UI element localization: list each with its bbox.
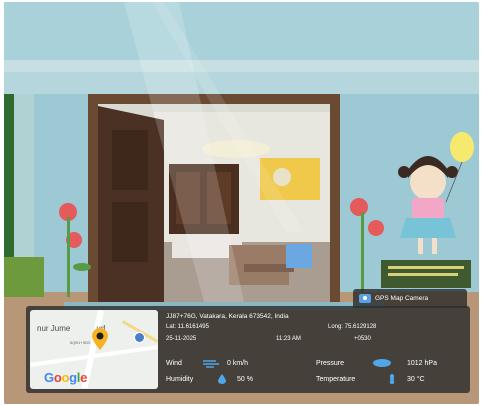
timezone: +0530: [354, 336, 371, 342]
google-logo: Google: [44, 370, 88, 385]
pressure-icon: [373, 359, 391, 367]
time: 11:23 AM: [276, 336, 301, 342]
wind-value: 0 km/h: [227, 359, 249, 367]
poster-figure: [273, 168, 291, 186]
door-leaf-panel-2: [112, 202, 148, 262]
date: 25-11-2025: [166, 336, 197, 342]
stool: [286, 244, 312, 268]
door-leaf-panel: [112, 130, 148, 190]
girl-shirt: [412, 198, 444, 220]
girl-balloon: [450, 132, 474, 162]
longitude: Long: 75.6129128: [328, 324, 377, 330]
humidity-icon: [218, 374, 226, 384]
flower-left-leaf: [73, 263, 91, 271]
notice-board-text: [388, 266, 464, 269]
wind-icon: [203, 360, 219, 368]
girl-bun-left: [398, 166, 410, 178]
girl-leg-left: [418, 238, 423, 254]
humidity-label: Humidity: [166, 375, 194, 383]
address: JJ87+76G, Vatakara, Kerala 673542, India: [166, 313, 289, 320]
flower-right: [350, 198, 368, 216]
camera-icon: [359, 294, 371, 303]
temperature-icon: [389, 374, 395, 384]
flower-left-stem: [67, 217, 70, 297]
latitude: Lat: 11.6161495: [166, 324, 209, 330]
wind-label: Wind: [166, 359, 182, 367]
roof-edge: [4, 60, 479, 72]
girl-leg-right: [432, 238, 437, 254]
location-info: JJ87+76G, Vatakara, Kerala 673542, India…: [166, 312, 466, 384]
temperature-label: Temperature: [316, 375, 356, 383]
pressure-metric: Pressure 1012 hPa: [316, 358, 437, 368]
map-marker: [134, 332, 145, 343]
notice-board-text-2: [388, 273, 458, 276]
app-name: GPS Map Camera: [375, 295, 429, 302]
flower-right-2: [368, 220, 384, 236]
temperature-metric: Temperature 30 °C: [316, 374, 425, 384]
pressure-label: Pressure: [316, 359, 345, 367]
humidity-value: 50 %: [237, 375, 253, 383]
humidity-metric: Humidity 50 %: [166, 374, 253, 384]
wind-metric: Wind 0 km/h: [166, 358, 248, 368]
girl-skirt: [400, 218, 456, 238]
pressure-value: 1012 hPa: [407, 359, 437, 367]
roof-shadow: [4, 72, 479, 94]
grass-left: [4, 257, 44, 297]
temperature-value: 30 °C: [407, 375, 425, 383]
map-code-label: 8QB1+SBX: [70, 340, 91, 345]
mini-map: nur Jumeud 8QB1+SBX Google: [30, 310, 158, 389]
photo: GPS Map Camera nur Jumeud 8QB1+SBX Googl…: [4, 2, 479, 404]
gps-stamp: nur Jumeud 8QB1+SBX Google JJ87+76G, Vat…: [26, 306, 470, 393]
flower-right-stem: [361, 212, 364, 292]
location-pin-icon: [92, 328, 108, 350]
roof-slab: [4, 2, 479, 60]
